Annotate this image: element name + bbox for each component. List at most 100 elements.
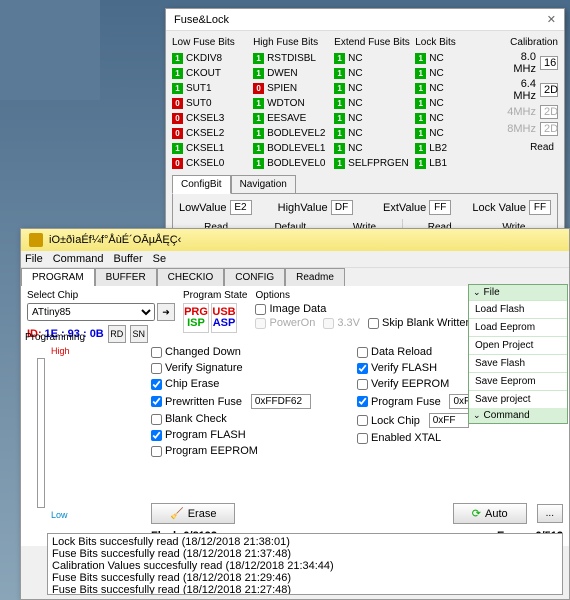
progress-bar	[37, 358, 45, 508]
ext-fuse-bit-0[interactable]: 1NC	[334, 51, 411, 65]
highvalue-input[interactable]: DF	[331, 200, 353, 215]
side-file-header[interactable]: File	[469, 285, 567, 300]
ext-fuse-bit-6[interactable]: 1NC	[334, 141, 411, 155]
log-area[interactable]: Lock Bits succesfully read (18/12/2018 2…	[47, 533, 563, 595]
bit-label: CKSEL3	[186, 113, 224, 124]
bit-icon: 1	[415, 68, 426, 79]
side-item-save-flash[interactable]: Save Flash	[469, 354, 567, 372]
lock-fuse-bit-6[interactable]: 1LB2	[415, 141, 492, 155]
tab-readme[interactable]: Readme	[285, 268, 345, 286]
low-fuse-bit-6[interactable]: 1CKSEL1	[172, 141, 249, 155]
main-title: iO±ðìaÉf¼f°ÅùÉ´OĀµÅĘÇ‹	[49, 234, 181, 246]
close-icon[interactable]: ✕	[547, 13, 556, 26]
rd-button[interactable]: RD	[108, 325, 126, 343]
side-item-load-flash[interactable]: Load Flash	[469, 300, 567, 318]
log-line: Calibration Values succesfully read (18/…	[52, 560, 558, 572]
chip-select[interactable]: ATtiny85	[27, 303, 155, 321]
side-item-open-project[interactable]: Open Project	[469, 336, 567, 354]
high-fuse-bit-7[interactable]: 1BODLEVEL0	[253, 156, 330, 170]
erase-button[interactable]: 🧹Erase	[151, 503, 235, 524]
low-fuse-bit-5[interactable]: 0CKSEL2	[172, 126, 249, 140]
check-program-flash[interactable]: Program FLASH	[151, 429, 357, 441]
menu-command[interactable]: Command	[53, 253, 104, 265]
low-fuse-bit-2[interactable]: 1SUT1	[172, 81, 249, 95]
low-fuse-bit-0[interactable]: 1CKDIV8	[172, 51, 249, 65]
poweron-checkbox[interactable]: PowerOn	[255, 317, 315, 329]
check-blank-check[interactable]: Blank Check	[151, 413, 357, 425]
prewritten-fuse-input[interactable]: 0xFFDF62	[251, 394, 311, 409]
lockvalue-input[interactable]: FF	[529, 200, 551, 215]
bit-icon: 1	[253, 158, 264, 169]
tab-program[interactable]: PROGRAM	[21, 268, 95, 286]
bit-label: NC	[429, 83, 443, 94]
menu-se[interactable]: Se	[153, 253, 166, 265]
check-chip-erase[interactable]: Chip Erase	[151, 378, 357, 390]
low-fuse-bit-4[interactable]: 0CKSEL3	[172, 111, 249, 125]
high-fuse-bit-1[interactable]: 1DWEN	[253, 66, 330, 80]
low-fuse-bit-3[interactable]: 0SUT0	[172, 96, 249, 110]
low-fuse-bit-1[interactable]: 1CKOUT	[172, 66, 249, 80]
more-button[interactable]: ...	[537, 504, 563, 523]
high-fuse-bit-0[interactable]: 1RSTDISBL	[253, 51, 330, 65]
image-data-checkbox[interactable]: Image Data	[255, 303, 326, 315]
ext-fuse-bit-2[interactable]: 1NC	[334, 81, 411, 95]
side-command-header[interactable]: Command	[469, 408, 567, 423]
cal-read-button[interactable]: Read	[496, 142, 558, 153]
low-header: Low Fuse Bits	[172, 37, 249, 48]
lock-fuse-bit-5[interactable]: 1NC	[415, 126, 492, 140]
check-enabled-xtal[interactable]: Enabled XTAL	[357, 432, 563, 444]
ext-fuse-bit-1[interactable]: 1NC	[334, 66, 411, 80]
ext-fuse-bit-5[interactable]: 1NC	[334, 126, 411, 140]
side-item-save-project[interactable]: Save project	[469, 390, 567, 408]
bit-label: NC	[429, 128, 443, 139]
high-fuse-bit-4[interactable]: 1EESAVE	[253, 111, 330, 125]
extvalue-input[interactable]: FF	[429, 200, 451, 215]
lock-fuse-bit-3[interactable]: 1NC	[415, 96, 492, 110]
ext-fuse-bit-3[interactable]: 1NC	[334, 96, 411, 110]
low-fuse-bit-7[interactable]: 0CKSEL0	[172, 156, 249, 170]
auto-button[interactable]: ⟳Auto	[453, 503, 527, 524]
fuse-title: Fuse&Lock	[174, 14, 229, 26]
check-prewritten-fuse[interactable]: Prewritten Fuse 0xFFDF62	[151, 394, 357, 409]
menu-file[interactable]: File	[25, 253, 43, 265]
tab-navigation[interactable]: Navigation	[231, 175, 296, 194]
skip-blank-checkbox[interactable]: Skip Blank Written	[368, 317, 472, 329]
ext-fuse-bit-7[interactable]: 1SELFPRGEN	[334, 156, 411, 170]
lowvalue-input[interactable]: E2	[230, 200, 252, 215]
check-verify-signature[interactable]: Verify Signature	[151, 362, 357, 374]
log-line: Fuse Bits succesfully read (18/12/2018 2…	[52, 584, 558, 595]
check-program-eeprom[interactable]: Program EEPROM	[151, 445, 357, 457]
bit-label: CKDIV8	[186, 53, 222, 64]
lock-fuse-bit-7[interactable]: 1LB1	[415, 156, 492, 170]
ext-fuse-bit-4[interactable]: 1NC	[334, 111, 411, 125]
menu-buffer[interactable]: Buffer	[113, 253, 142, 265]
chip-next-button[interactable]: ➜	[157, 303, 175, 321]
lock-chip-input[interactable]: 0xFF	[429, 413, 469, 428]
tab-buffer[interactable]: BUFFER	[95, 268, 157, 286]
bit-label: CKSEL2	[186, 128, 224, 139]
high-fuse-bit-2[interactable]: 0SPIEN	[253, 81, 330, 95]
side-item-save-eeprom[interactable]: Save Eeprom	[469, 372, 567, 390]
lock-header: Lock Bits	[415, 37, 492, 48]
main-titlebar[interactable]: iO±ðìaÉf¼f°ÅùÉ´OĀµÅĘÇ‹	[21, 229, 569, 251]
bit-icon: 1	[415, 158, 426, 169]
check-changed-down[interactable]: Changed Down	[151, 346, 357, 358]
high-fuse-bit-6[interactable]: 1BODLEVEL1	[253, 141, 330, 155]
side-item-load-eeprom[interactable]: Load Eeprom	[469, 318, 567, 336]
extvalue-label: ExtValue	[383, 202, 426, 214]
sn-button[interactable]: SN	[130, 325, 148, 343]
tab-config[interactable]: CONFIG	[224, 268, 285, 286]
bit-label: NC	[348, 143, 362, 154]
high-fuse-bit-3[interactable]: 1WDTON	[253, 96, 330, 110]
33v-checkbox[interactable]: 3.3V	[323, 317, 360, 329]
bit-icon: 1	[172, 143, 183, 154]
fuse-titlebar[interactable]: Fuse&Lock ✕	[166, 9, 564, 31]
lock-fuse-bit-4[interactable]: 1NC	[415, 111, 492, 125]
high-fuse-bit-5[interactable]: 1BODLEVEL2	[253, 126, 330, 140]
lock-fuse-bit-1[interactable]: 1NC	[415, 66, 492, 80]
tab-checkio[interactable]: CHECKIO	[157, 268, 225, 286]
bit-label: NC	[348, 83, 362, 94]
tab-configbit[interactable]: ConfigBit	[172, 175, 231, 194]
lock-fuse-bit-0[interactable]: 1NC	[415, 51, 492, 65]
lock-fuse-bit-2[interactable]: 1NC	[415, 81, 492, 95]
